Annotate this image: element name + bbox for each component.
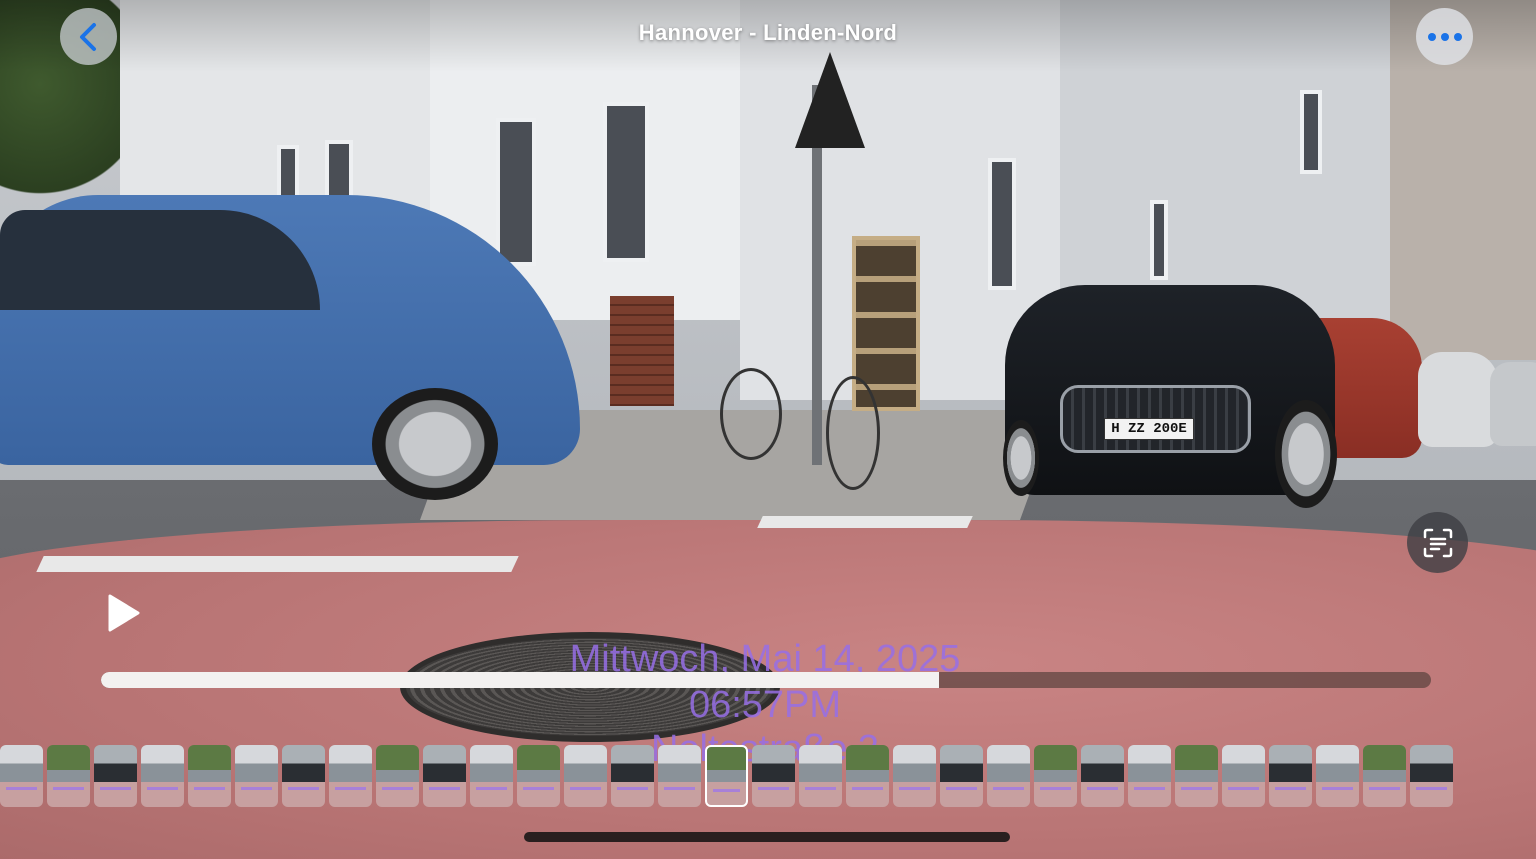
filmstrip-thumbnail[interactable]: [470, 745, 513, 807]
thumbnail-caption: [429, 787, 460, 790]
thumbnail-caption: [288, 787, 319, 790]
thumbnail-caption: [758, 787, 789, 790]
filmstrip-thumbnail[interactable]: [423, 745, 466, 807]
blue-car-window: [0, 210, 320, 310]
thumbnail-caption: [147, 787, 178, 790]
license-plate: H ZZ 200E: [1104, 418, 1194, 440]
window: [496, 118, 536, 266]
filmstrip-thumbnail[interactable]: [1410, 745, 1453, 807]
white-car: [1418, 352, 1498, 447]
filmstrip-thumbnail[interactable]: [1034, 745, 1077, 807]
thumbnail-caption: [664, 787, 695, 790]
thumbnail-caption: [100, 787, 131, 790]
page-title: Hannover - Linden-Nord: [638, 20, 898, 45]
window: [1300, 90, 1322, 174]
thumbnail-caption: [852, 787, 883, 790]
filmstrip-thumbnail[interactable]: [1128, 745, 1171, 807]
play-icon: [108, 594, 140, 632]
ellipsis-icon: [1427, 32, 1462, 41]
thumbnail-caption: [1322, 787, 1353, 790]
filmstrip-thumbnail[interactable]: [705, 745, 748, 807]
filmstrip-thumbnail[interactable]: [564, 745, 607, 807]
thumbnail-caption: [1134, 787, 1165, 790]
thumbnail-caption: [1181, 787, 1212, 790]
thumbnail-caption: [1275, 787, 1306, 790]
filmstrip-thumbnail[interactable]: [235, 745, 278, 807]
thumbnail-caption: [570, 787, 601, 790]
bicycle-wheel: [720, 368, 782, 460]
thumbnail-caption: [53, 787, 84, 790]
thumbnail-caption: [713, 789, 740, 792]
filmstrip-thumbnail[interactable]: [1081, 745, 1124, 807]
filmstrip-thumbnail[interactable]: [611, 745, 654, 807]
home-indicator[interactable]: [524, 832, 1010, 842]
filmstrip-thumbnail[interactable]: [1316, 745, 1359, 807]
thumbnail-caption: [993, 787, 1024, 790]
filmstrip-thumbnail[interactable]: [376, 745, 419, 807]
bicycle-wheel: [826, 376, 880, 490]
filmstrip[interactable]: [0, 745, 1536, 809]
window: [1150, 200, 1168, 280]
thumbnail-caption: [523, 787, 554, 790]
filmstrip-thumbnail[interactable]: [141, 745, 184, 807]
filmstrip-thumbnail[interactable]: [940, 745, 983, 807]
car-wheel: [1275, 400, 1337, 508]
filmstrip-thumbnail[interactable]: [188, 745, 231, 807]
filmstrip-thumbnail[interactable]: [47, 745, 90, 807]
filmstrip-thumbnail[interactable]: [1363, 745, 1406, 807]
thumbnail-caption: [194, 787, 225, 790]
thumbnail-caption: [946, 787, 977, 790]
window: [603, 102, 649, 262]
thumbnail-caption: [382, 787, 413, 790]
thumbnail-caption: [617, 787, 648, 790]
white-car: [1490, 362, 1536, 446]
thumbnail-caption: [1087, 787, 1118, 790]
thumbnail-caption: [1369, 787, 1400, 790]
thumbnail-caption: [241, 787, 272, 790]
thumbnail-caption: [1228, 787, 1259, 790]
filmstrip-thumbnail[interactable]: [94, 745, 137, 807]
brick-pillar: [610, 296, 674, 406]
filmstrip-thumbnail[interactable]: [1269, 745, 1312, 807]
filmstrip-thumbnail[interactable]: [1222, 745, 1265, 807]
live-text-button[interactable]: [1407, 512, 1468, 573]
thumbnail-caption: [899, 787, 930, 790]
filmstrip-thumbnail[interactable]: [282, 745, 325, 807]
filmstrip-thumbnail[interactable]: [0, 745, 43, 807]
play-button[interactable]: [100, 590, 146, 636]
filmstrip-thumbnail[interactable]: [1175, 745, 1218, 807]
filmstrip-thumbnail[interactable]: [987, 745, 1030, 807]
thumbnail-caption: [476, 787, 507, 790]
filmstrip-thumbnail[interactable]: [752, 745, 795, 807]
more-button[interactable]: [1416, 8, 1473, 65]
road-marking: [36, 556, 519, 572]
thumbnail-caption: [1416, 787, 1447, 790]
thumbnail-caption: [6, 787, 37, 790]
car-wheel: [372, 388, 498, 500]
filmstrip-thumbnail[interactable]: [329, 745, 372, 807]
road-marking: [757, 516, 973, 528]
thumbnail-caption: [335, 787, 366, 790]
car-wheel: [1003, 420, 1039, 496]
filmstrip-thumbnail[interactable]: [658, 745, 701, 807]
filmstrip-thumbnail[interactable]: [893, 745, 936, 807]
filmstrip-thumbnail[interactable]: [517, 745, 560, 807]
filmstrip-thumbnail[interactable]: [846, 745, 889, 807]
live-text-icon: [1423, 528, 1452, 557]
thumbnail-caption: [1040, 787, 1071, 790]
overlay-time: 06:57PM: [688, 684, 842, 726]
filmstrip-thumbnail[interactable]: [799, 745, 842, 807]
window: [988, 158, 1016, 290]
thumbnail-caption: [805, 787, 836, 790]
